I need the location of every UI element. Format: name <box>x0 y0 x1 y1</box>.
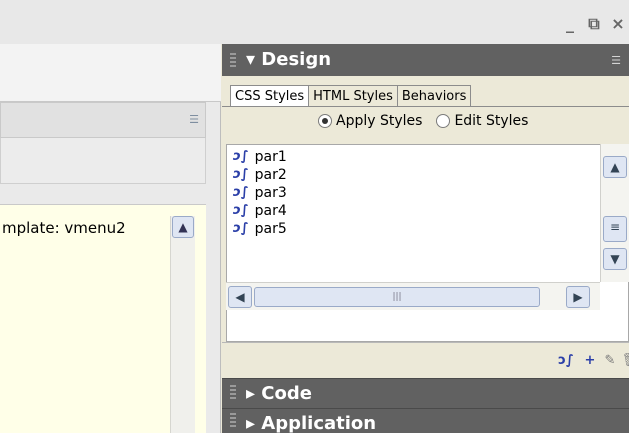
restore-button[interactable]: ⧉ <box>583 13 605 35</box>
grip-handle-icon[interactable] <box>230 385 236 401</box>
window-titlebar: _ ⧉ × <box>0 0 629 44</box>
style-name: par3 <box>254 184 287 201</box>
template-label: mplate: vmenu2 <box>2 219 126 237</box>
design-tabs: CSS Styles HTML Styles Behaviors <box>230 85 472 107</box>
right-panel-group: ▾ Design ☰ CSS Styles HTML Styles Behavi… <box>222 44 629 433</box>
tab-divider <box>222 106 629 107</box>
apply-styles-label: Apply Styles <box>336 113 423 129</box>
code-panel-title[interactable]: ▸ Code <box>246 383 312 404</box>
css-style-icon: ↄ∫ <box>233 203 249 218</box>
style-mode-radios: Apply Styles Edit Styles <box>318 113 528 129</box>
attach-stylesheet-icon[interactable]: ↄ∫ <box>556 351 576 371</box>
delete-style-icon[interactable]: 🗑 <box>620 351 629 371</box>
list-item[interactable]: ↄ∫ par5 <box>233 220 287 237</box>
window-controls: _ ⧉ × <box>559 13 629 35</box>
panel-options-icon[interactable]: ☰ <box>611 54 621 67</box>
close-button[interactable]: × <box>607 13 629 35</box>
style-name: par4 <box>254 202 287 219</box>
radio-selected-icon[interactable] <box>318 114 332 128</box>
scroll-up-button[interactable]: ▲ <box>172 216 194 238</box>
scroll-left-button[interactable]: ◀ <box>228 286 252 308</box>
code-panel-header[interactable]: ▸ Code <box>222 378 629 408</box>
tab-behaviors[interactable]: Behaviors <box>396 85 472 107</box>
design-panel-header[interactable]: ▾ Design ☰ <box>222 44 629 76</box>
tab-css-styles[interactable]: CSS Styles <box>230 85 310 107</box>
grip-handle-icon[interactable] <box>230 53 236 69</box>
list-item[interactable]: ↄ∫ par1 <box>233 148 287 165</box>
grip-handle-icon[interactable] <box>230 413 236 429</box>
radio-unselected-icon[interactable] <box>436 114 451 128</box>
left-panel-toolbar <box>0 138 206 184</box>
scroll-up-button[interactable]: ▲ <box>603 156 627 178</box>
style-name: par5 <box>254 220 287 237</box>
new-style-icon[interactable]: + <box>580 351 600 371</box>
css-styles-list[interactable]: ↄ∫ par1 ↄ∫ par2 ↄ∫ par3 ↄ∫ par4 ↄ∫ par5 <box>226 144 629 342</box>
document-vertical-scrollbar[interactable]: ▲ <box>170 216 195 433</box>
application-panel-header[interactable]: ▸ Application <box>222 408 629 433</box>
application-panel-title[interactable]: ▸ Application <box>246 413 376 433</box>
styles-toolbar: ↄ∫ + ✎ 🗑 <box>222 342 629 378</box>
design-panel-title[interactable]: ▾ Design <box>246 49 331 70</box>
document-pane: ☰ mplate: vmenu2 ▲ <box>0 44 221 433</box>
left-panel-header[interactable]: ☰ <box>0 102 206 138</box>
css-style-icon: ↄ∫ <box>233 149 249 164</box>
styles-horizontal-scrollbar[interactable]: ◀ ||| ▶ <box>226 282 600 310</box>
list-item[interactable]: ↄ∫ par2 <box>233 166 287 183</box>
list-item[interactable]: ↄ∫ par3 <box>233 184 287 201</box>
document-toolbar-area <box>0 44 221 102</box>
edit-styles-label: Edit Styles <box>454 113 529 129</box>
apply-styles-radio[interactable]: Apply Styles <box>318 113 422 129</box>
css-style-icon: ↄ∫ <box>233 167 249 182</box>
styles-vertical-scrollbar[interactable]: ▲ ≡ ▼ <box>600 144 629 282</box>
css-style-icon: ↄ∫ <box>233 185 249 200</box>
tab-html-styles[interactable]: HTML Styles <box>308 85 398 107</box>
horizontal-scroll-thumb[interactable]: ||| <box>254 287 540 307</box>
edit-styles-radio[interactable]: Edit Styles <box>436 113 528 129</box>
edit-style-icon[interactable]: ✎ <box>600 351 620 371</box>
css-style-icon: ↄ∫ <box>233 221 249 236</box>
panel-options-icon[interactable]: ☰ <box>189 113 199 126</box>
scroll-down-button[interactable]: ▼ <box>603 248 627 270</box>
minimize-button[interactable]: _ <box>559 13 581 35</box>
scroll-right-button[interactable]: ▶ <box>566 286 590 308</box>
style-name: par2 <box>254 166 287 183</box>
style-name: par1 <box>254 148 287 165</box>
scroll-thumb[interactable]: ≡ <box>603 216 627 242</box>
design-panel-body: CSS Styles HTML Styles Behaviors Apply S… <box>222 76 629 378</box>
list-item[interactable]: ↄ∫ par4 <box>233 202 287 219</box>
